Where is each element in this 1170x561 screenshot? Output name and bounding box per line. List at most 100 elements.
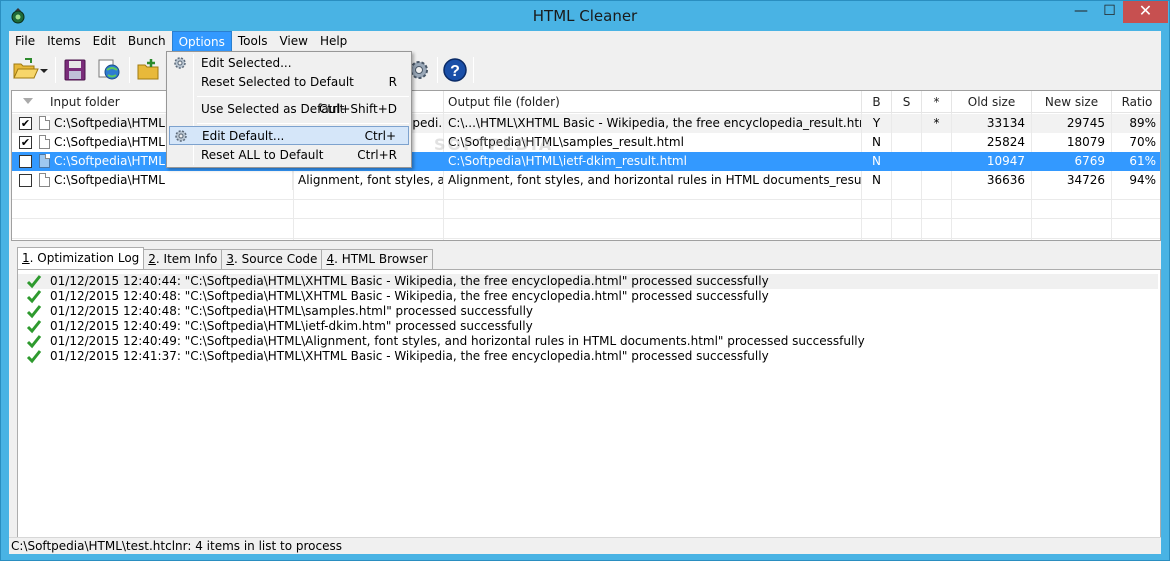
log-entry[interactable]: 01/12/2015 12:41:37: "C:\Softpedia\HTML\…	[18, 349, 1158, 364]
web-globe-icon[interactable]	[95, 56, 123, 84]
check-icon	[26, 290, 42, 304]
cell-s	[892, 133, 922, 152]
menu-item-reset-all[interactable]: Reset ALL to Default Ctrl+R	[169, 146, 409, 165]
bottom-tabs: 1. Optimization Log 2. Item Info 3. Sour…	[17, 247, 433, 269]
close-button[interactable]: ✕	[1123, 1, 1168, 23]
menu-item-shortcut: Ctrl+R	[357, 148, 397, 162]
log-entry[interactable]: 01/12/2015 12:40:44: "C:\Softpedia\HTML\…	[18, 274, 1158, 289]
add-folder-icon[interactable]	[135, 56, 163, 84]
cell-new-size: 29745	[1032, 114, 1112, 133]
document-icon	[39, 173, 50, 187]
options-menu: Edit Selected... Reset Selected to Defau…	[166, 51, 412, 168]
table-row[interactable]: C:\Softpedia\HTML Alignment, font styles…	[12, 171, 1160, 190]
row-checkbox[interactable]: ✔	[19, 117, 32, 130]
menu-bunch[interactable]: Bunch	[122, 31, 172, 52]
col-s[interactable]: S	[892, 91, 922, 113]
status-bar: C:\Softpedia\HTML\test.htclnr: 4 items i…	[9, 537, 1161, 554]
document-icon	[39, 135, 50, 149]
menu-items[interactable]: Items	[41, 31, 87, 52]
menu-item-label: Edit Default...	[202, 129, 285, 143]
cell-ratio: 94%	[1129, 173, 1156, 187]
tab-3-label: . Source Code	[234, 252, 318, 266]
menu-item-label: Reset Selected to Default	[201, 75, 354, 89]
col-star[interactable]: *	[922, 91, 952, 113]
cell-s	[892, 152, 922, 171]
col-old-size[interactable]: Old size	[952, 91, 1032, 113]
menu-item-shortcut: Ctrl+Shift+D	[319, 102, 397, 116]
col-ratio[interactable]: Ratio	[1112, 91, 1160, 113]
cell-ratio: 61%	[1129, 154, 1156, 168]
menu-file[interactable]: File	[9, 31, 41, 52]
check-icon	[26, 275, 42, 289]
menu-options[interactable]: Options	[171, 31, 232, 52]
cell-old-size: 33134	[952, 114, 1032, 133]
row-checkbox[interactable]	[19, 174, 32, 187]
tab-html-browser[interactable]: 4. HTML Browser	[321, 249, 433, 269]
log-entry[interactable]: 01/12/2015 12:40:49: "C:\Softpedia\HTML\…	[18, 319, 1158, 334]
document-icon	[39, 154, 50, 168]
menu-item-label: Edit Selected...	[201, 56, 292, 70]
cell-s	[892, 114, 922, 133]
cell-old-size: 10947	[952, 152, 1032, 171]
col-output-label: Output file (folder)	[448, 95, 560, 109]
cell-b: Y	[862, 114, 892, 133]
help-icon[interactable]: ?	[441, 56, 469, 84]
cell-old-size: 36636	[952, 171, 1032, 190]
menu-item-shortcut: R	[388, 75, 397, 89]
svg-text:?: ?	[450, 63, 460, 80]
cell-input-folder: C:\Softpedia\HTML	[50, 171, 293, 190]
log-entry[interactable]: 01/12/2015 12:40:48: "C:\Softpedia\HTML\…	[18, 304, 1158, 319]
menu-item-use-selected-default[interactable]: Use Selected as Default Ctrl+Shift+D	[169, 100, 409, 119]
cell-star	[922, 171, 952, 190]
col-new-size[interactable]: New size	[1032, 91, 1112, 113]
tab-2-label: . Item Info	[155, 252, 218, 266]
row-checkbox[interactable]	[19, 155, 32, 168]
menu-help[interactable]: Help	[314, 31, 353, 52]
cell-b: N	[862, 171, 892, 190]
cell-name: Alignment, font styles, a...	[294, 171, 444, 190]
col-new-size-label: New size	[1044, 95, 1099, 109]
cell-ratio: 89%	[1129, 116, 1156, 130]
check-icon	[26, 350, 42, 364]
menu-item-label: Reset ALL to Default	[201, 148, 324, 162]
col-b[interactable]: B	[862, 91, 892, 113]
tab-1-label: . Optimization Log	[29, 251, 140, 265]
check-icon	[26, 320, 42, 334]
menu-edit[interactable]: Edit	[87, 31, 122, 52]
log-entry[interactable]: 01/12/2015 12:40:48: "C:\Softpedia\HTML\…	[18, 289, 1158, 304]
maximize-button[interactable]: ☐	[1096, 1, 1123, 23]
col-b-label: B	[872, 95, 881, 109]
cell-star	[922, 152, 952, 171]
col-old-size-label: Old size	[967, 95, 1016, 109]
minimize-button[interactable]: —	[1066, 1, 1096, 23]
tab-source-code[interactable]: 3. Source Code	[221, 249, 323, 269]
cell-new-size: 34726	[1032, 171, 1112, 190]
title-bar[interactable]: HTML Cleaner — ☐ ✕	[1, 1, 1169, 31]
tab-optimization-log[interactable]: 1. Optimization Log	[17, 247, 145, 269]
cell-star	[922, 133, 952, 152]
menu-item-edit-selected[interactable]: Edit Selected...	[169, 54, 409, 73]
row-checkbox[interactable]: ✔	[19, 136, 32, 149]
tab-item-info[interactable]: 2. Item Info	[143, 249, 223, 269]
optimization-log-panel[interactable]: 01/12/2015 12:40:44: "C:\Softpedia\HTML\…	[17, 269, 1161, 539]
cell-output: Alignment, font styles, and horizontal r…	[444, 171, 862, 190]
menu-bar: File Items Edit Bunch Options Tools View…	[9, 31, 1161, 52]
menu-item-shortcut: Ctrl+	[364, 129, 396, 143]
cell-output: C:\Softpedia\HTML\ietf-dkim_result.html	[444, 152, 862, 171]
log-text: 01/12/2015 12:40:48: "C:\Softpedia\HTML\…	[50, 304, 534, 318]
col-output[interactable]: Output file (folder)	[444, 91, 862, 113]
col-input-folder-label: Input folder	[50, 95, 120, 109]
tab-3-num: 3	[226, 252, 235, 266]
col-star-label: *	[933, 95, 940, 109]
save-icon[interactable]	[61, 56, 89, 84]
tab-4-label: . HTML Browser	[334, 252, 428, 266]
open-folder-icon[interactable]	[11, 56, 39, 84]
menu-item-edit-default[interactable]: Edit Default... Ctrl+	[169, 126, 409, 145]
dropdown-arrow-icon[interactable]	[37, 56, 51, 84]
app-window: HTML Cleaner — ☐ ✕ File Items Edit Bunch…	[0, 0, 1170, 561]
menu-tools[interactable]: Tools	[232, 31, 274, 52]
menu-item-reset-selected[interactable]: Reset Selected to Default R	[169, 73, 409, 92]
log-entry[interactable]: 01/12/2015 12:40:49: "C:\Softpedia\HTML\…	[18, 334, 1158, 349]
menu-view[interactable]: View	[273, 31, 313, 52]
document-icon	[39, 116, 50, 130]
